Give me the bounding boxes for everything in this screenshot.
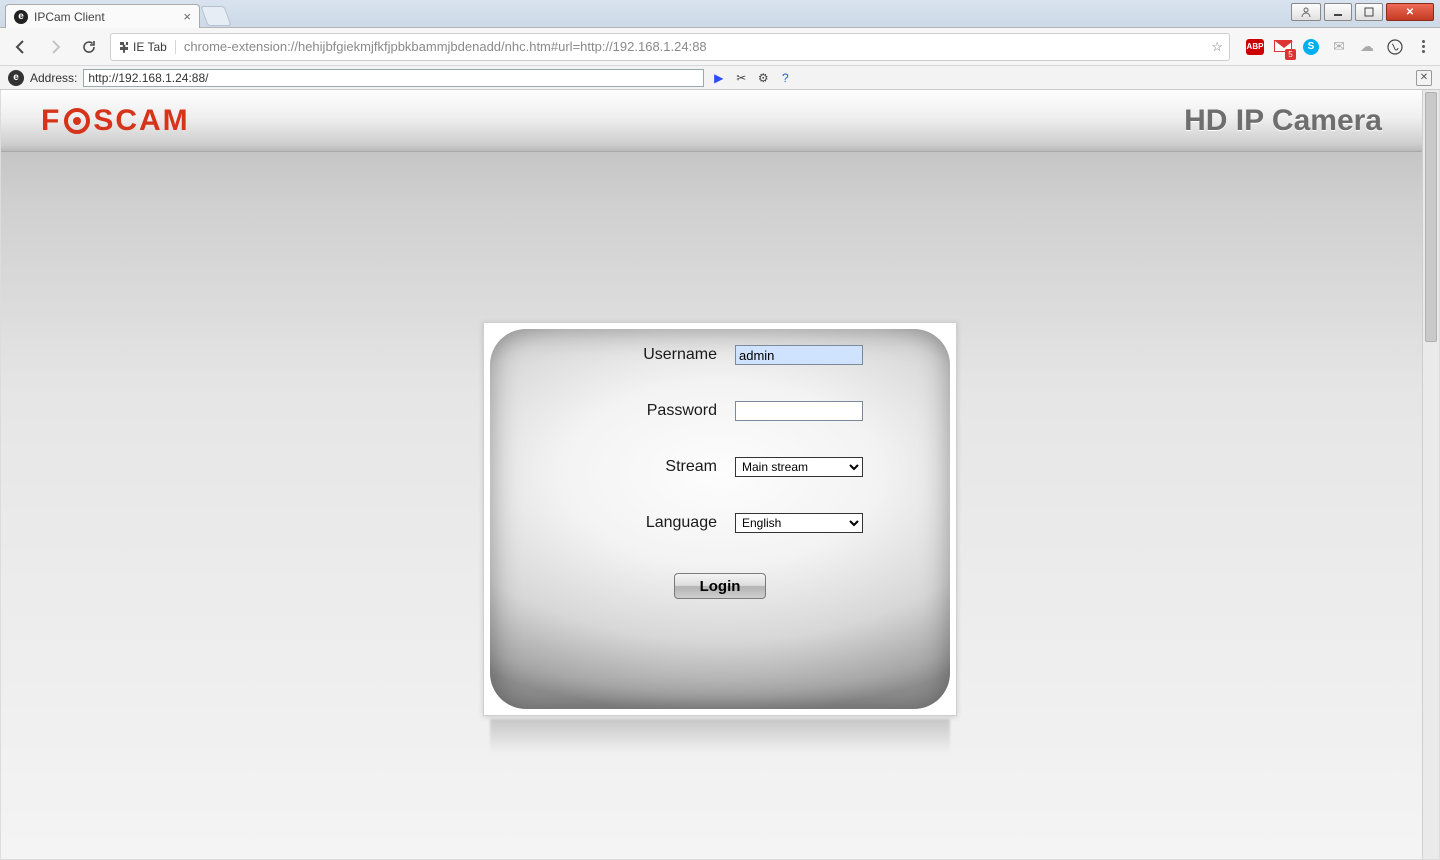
arrow-left-icon [12, 38, 30, 56]
page-header: FSCAM HD IP Camera [1, 90, 1422, 152]
brand-logo: FSCAM [41, 104, 190, 138]
login-card: Username Password Stream Main stream Lan… [483, 322, 957, 716]
minimize-icon [1333, 7, 1343, 17]
browser-tab-active[interactable]: e IPCam Client × [5, 4, 200, 28]
evernote-icon [1387, 39, 1403, 55]
window-maximize-button[interactable] [1355, 3, 1383, 21]
user-icon [1301, 7, 1311, 17]
omnibox-url: chrome-extension://hehijbfgiekmjfkfjpbkb… [184, 39, 707, 54]
username-input[interactable] [735, 345, 863, 365]
language-select[interactable]: English [735, 513, 863, 533]
puzzle-icon [117, 41, 129, 53]
password-input[interactable] [735, 401, 863, 421]
tab-close-icon[interactable]: × [183, 9, 191, 24]
nav-reload-button[interactable] [76, 34, 102, 60]
login-button[interactable]: Login [674, 573, 766, 599]
browser-toolbar: IE Tab chrome-extension://hehijbfgiekmjf… [0, 28, 1440, 66]
ietab-address-input[interactable] [83, 69, 704, 87]
password-label: Password [577, 402, 717, 420]
nav-forward-button[interactable] [42, 34, 68, 60]
page-body: FSCAM HD IP Camera Username Password Str… [0, 90, 1440, 860]
stream-label: Stream [577, 458, 717, 476]
omnibox[interactable]: IE Tab chrome-extension://hehijbfgiekmjf… [110, 33, 1230, 61]
reload-icon [81, 39, 97, 55]
ietab-go-button[interactable]: ▶ [714, 71, 723, 85]
bookmark-star-icon[interactable]: ☆ [1211, 39, 1223, 55]
browser-tab-strip: e IPCam Client × ✕ [0, 0, 1440, 28]
arrow-right-icon [46, 38, 64, 56]
window-minimize-button[interactable] [1324, 3, 1352, 21]
nav-back-button[interactable] [8, 34, 34, 60]
maximize-icon [1364, 7, 1374, 17]
stream-select[interactable]: Main stream [735, 457, 863, 477]
product-title: HD IP Camera [1184, 104, 1382, 138]
ext-mail-icon[interactable]: ✉ [1330, 38, 1348, 56]
window-close-button[interactable]: ✕ [1386, 3, 1434, 21]
language-label: Language [577, 514, 717, 532]
ietab-help-icon[interactable]: ? [777, 70, 793, 86]
ietab-address-bar: e Address: ▶ ✂ ⚙ ? ✕ [0, 66, 1440, 90]
extension-chip-label: IE Tab [133, 40, 167, 54]
login-card-reflection [490, 719, 950, 753]
ietab-address-label: Address: [30, 71, 77, 85]
new-tab-button[interactable] [200, 6, 231, 26]
tab-favicon-icon: e [14, 10, 28, 24]
tab-title: IPCam Client [34, 10, 105, 24]
ietab-settings-icon[interactable]: ⚙ [755, 70, 771, 86]
ext-gmail-icon[interactable]: 5 [1274, 38, 1292, 56]
ext-cloud-icon[interactable]: ☁ [1358, 38, 1376, 56]
vertical-scrollbar[interactable] [1422, 90, 1439, 859]
ietab-logo-icon: e [8, 70, 24, 86]
chrome-menu-button[interactable] [1414, 38, 1432, 56]
ietab-tools-icon[interactable]: ✂ [733, 70, 749, 86]
ext-skype-icon[interactable]: S [1302, 38, 1320, 56]
extension-chip: IE Tab [117, 40, 176, 54]
ietab-close-button[interactable]: ✕ [1416, 70, 1432, 86]
brand-o-icon [64, 108, 90, 134]
ext-abp-icon[interactable]: ABP [1246, 38, 1264, 56]
ext-evernote-icon[interactable] [1386, 38, 1404, 56]
window-user-button[interactable] [1291, 3, 1321, 21]
username-label: Username [577, 346, 717, 364]
